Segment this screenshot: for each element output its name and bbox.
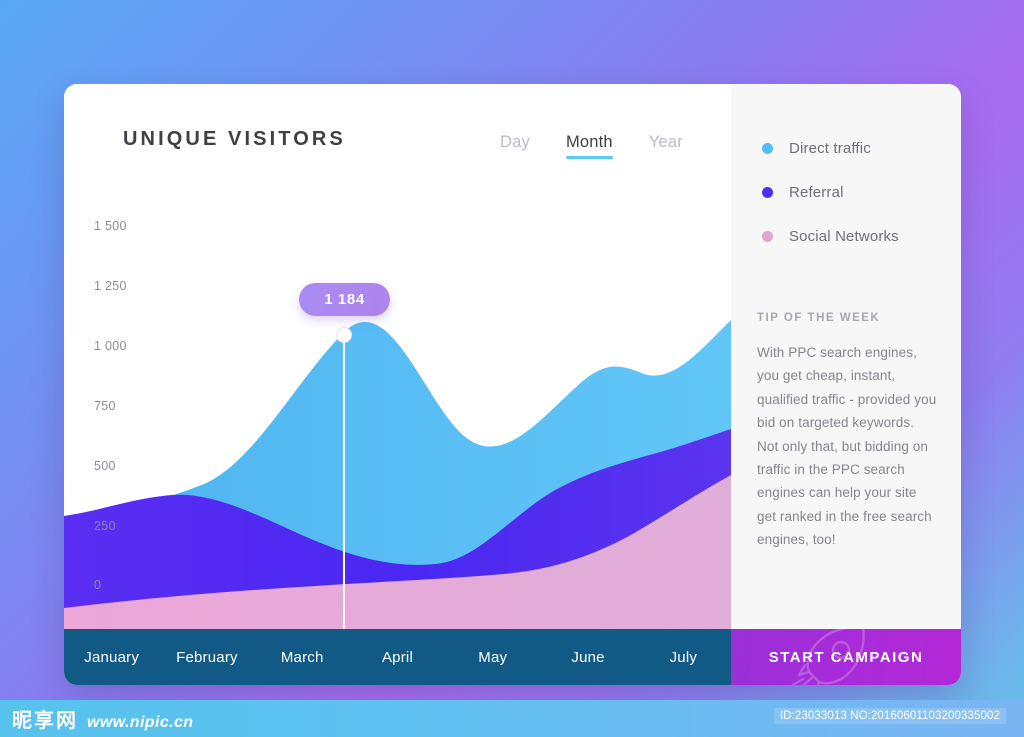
months-axis: January February March April May June Ju…	[64, 629, 731, 685]
month-may[interactable]: May	[445, 649, 540, 666]
dashboard-card: UNIQUE VISITORS Day Month Year 1 500 1 2…	[64, 84, 961, 685]
month-march[interactable]: March	[255, 649, 350, 666]
nipic-logo-url: www.nipic.cn	[87, 714, 194, 731]
tip-of-the-week: TIP OF THE WEEK With PPC search engines,…	[757, 312, 937, 552]
start-campaign-button[interactable]: START CAMPAIGN	[731, 629, 961, 685]
hover-indicator-line	[343, 333, 345, 629]
chart-pane: UNIQUE VISITORS Day Month Year 1 500 1 2…	[64, 84, 731, 685]
legend-label-social-networks: Social Networks	[789, 228, 899, 245]
watermark-bar: 昵享网 www.nipic.cn ID:23033013 NO:20160601…	[0, 700, 1024, 737]
legend-item-direct-traffic[interactable]: Direct traffic	[762, 140, 899, 157]
legend-dot-icon	[762, 231, 773, 242]
tip-title: TIP OF THE WEEK	[757, 312, 881, 324]
legend-item-social-networks[interactable]: Social Networks	[762, 228, 899, 245]
watermark-id-text: ID:23033013 NO:20160601103200335002	[773, 708, 1006, 724]
tip-body: With PPC search engines, you get cheap, …	[757, 345, 937, 548]
page-title: UNIQUE VISITORS	[123, 127, 346, 150]
nipic-logo-cn: 昵享网	[12, 708, 78, 732]
month-july[interactable]: July	[636, 649, 731, 666]
legend-dot-icon	[762, 187, 773, 198]
sidebar: Direct traffic Referral Social Networks …	[731, 84, 961, 685]
month-february[interactable]: February	[159, 649, 254, 666]
month-june[interactable]: June	[540, 649, 635, 666]
legend-label-direct-traffic: Direct traffic	[789, 140, 871, 157]
legend-label-referral: Referral	[789, 184, 844, 201]
chart-legend: Direct traffic Referral Social Networks	[762, 140, 899, 245]
month-january[interactable]: January	[64, 649, 159, 666]
legend-item-referral[interactable]: Referral	[762, 184, 899, 201]
start-campaign-label: START CAMPAIGN	[768, 648, 924, 666]
nipic-logo: 昵享网 www.nipic.cn	[12, 704, 193, 733]
value-tooltip: 1 184	[299, 283, 390, 316]
chart-header: UNIQUE VISITORS	[64, 84, 731, 194]
legend-dot-icon	[762, 143, 773, 154]
month-april[interactable]: April	[350, 649, 445, 666]
hover-data-point[interactable]	[336, 327, 352, 343]
